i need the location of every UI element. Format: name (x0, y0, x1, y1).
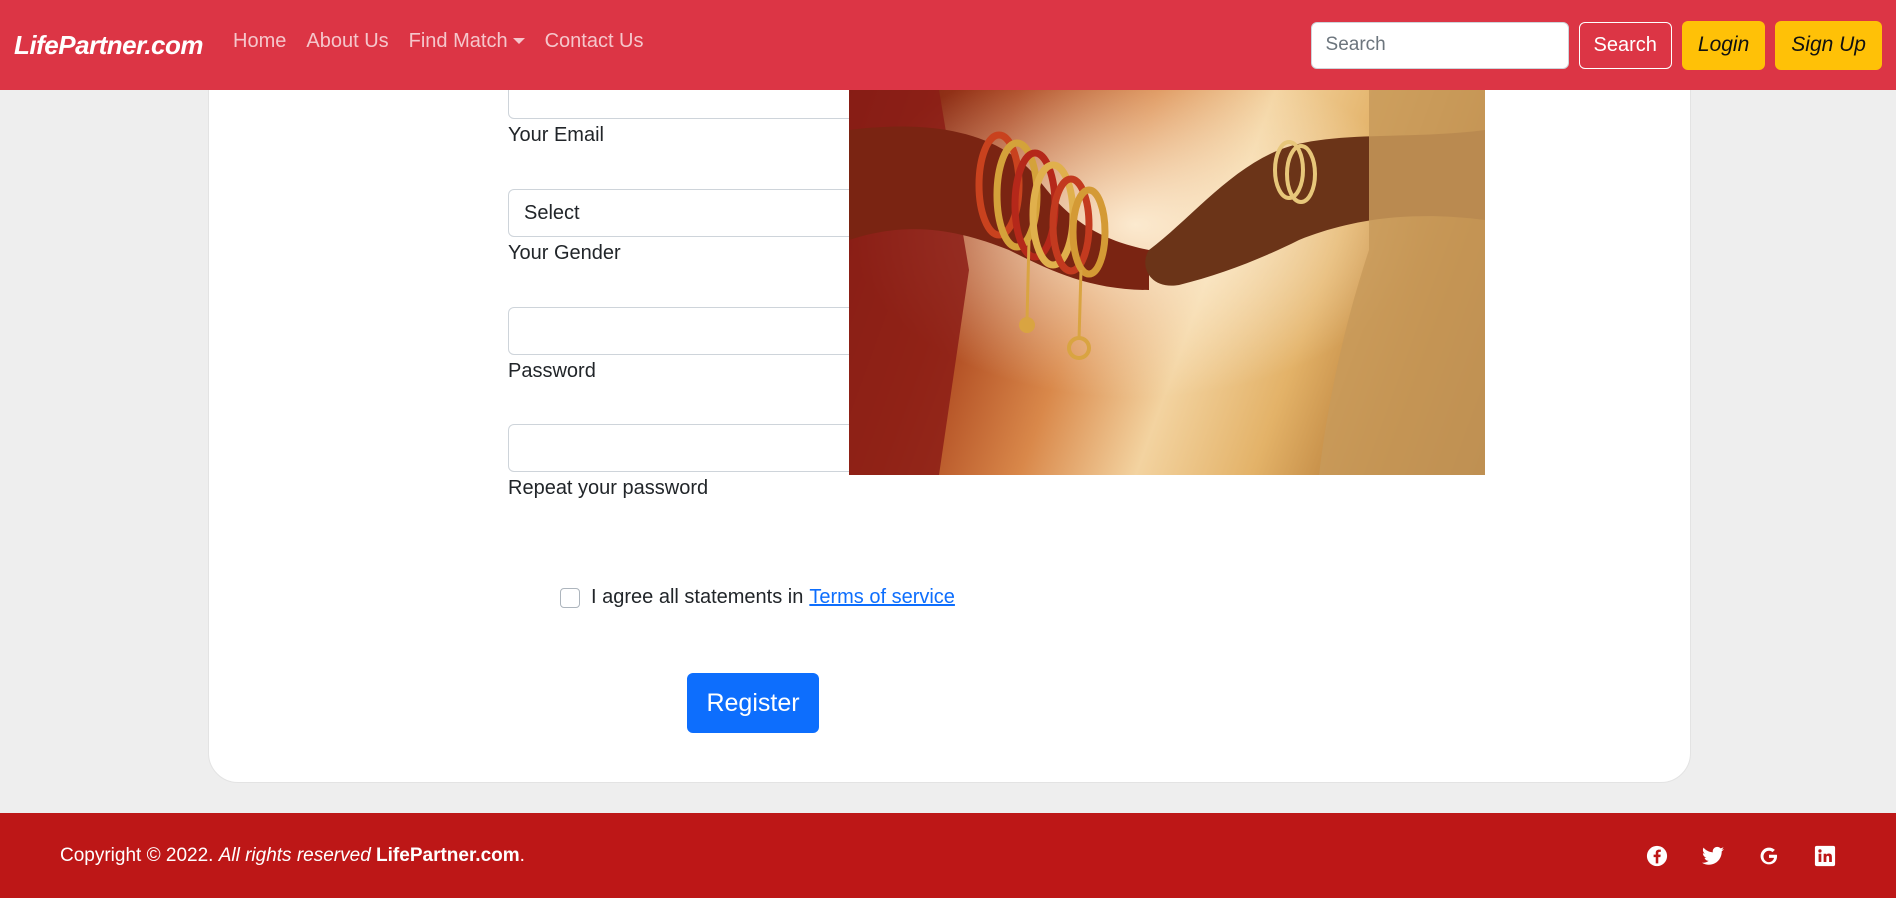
find-match-label: Find Match (408, 29, 508, 52)
social-links (1646, 845, 1836, 867)
gender-select-value: Select (524, 201, 580, 224)
twitter-icon[interactable] (1702, 845, 1724, 867)
footer-brand: LifePartner.com (376, 844, 520, 866)
nav-right: Search Login Sign Up (1310, 20, 1882, 70)
agree-text: I agree all statements in (591, 586, 804, 608)
agree-checkbox[interactable] (560, 587, 580, 608)
nav-link-about[interactable]: About Us (306, 30, 388, 53)
nav-links: Home About Us Find Match Contact Us (233, 30, 644, 53)
caret-down-icon (512, 38, 525, 45)
search-button[interactable]: Search (1578, 21, 1672, 69)
wedding-photo-illustration (849, 90, 1485, 475)
gender-label: Your Gender (508, 242, 621, 264)
register-button[interactable]: Register (687, 673, 819, 733)
password-label: Password (508, 360, 596, 382)
terms-of-service-link[interactable]: Terms of service (809, 586, 955, 609)
linkedin-icon[interactable] (1814, 845, 1836, 867)
footer: Copyright © 2022. All rights reserved Li… (0, 813, 1896, 898)
copyright-text: Copyright © 2022. All rights reserved Li… (60, 845, 525, 867)
rights-text: All rights reserved (218, 844, 371, 866)
wedding-hands-image (849, 90, 1485, 475)
navbar: LifePartner.com Home About Us Find Match… (0, 0, 1896, 90)
search-input[interactable] (1310, 21, 1569, 69)
signup-button[interactable]: Sign Up (1775, 20, 1882, 70)
repeat-password-label: Repeat your password (508, 477, 709, 499)
nav-link-contact[interactable]: Contact Us (545, 30, 644, 53)
copyright-prefix: Copyright © 2022. (60, 844, 214, 866)
google-icon[interactable] (1758, 845, 1780, 867)
brand-logo[interactable]: LifePartner.com (14, 30, 204, 61)
agree-row: I agree all statements in Terms of servi… (560, 586, 955, 609)
nav-dropdown-find-match[interactable]: Find Match (409, 30, 525, 53)
footer-period: . (519, 844, 525, 866)
email-label: Your Email (508, 124, 604, 146)
login-button[interactable]: Login (1681, 20, 1766, 70)
nav-link-home[interactable]: Home (233, 30, 286, 53)
facebook-icon[interactable] (1646, 845, 1668, 867)
